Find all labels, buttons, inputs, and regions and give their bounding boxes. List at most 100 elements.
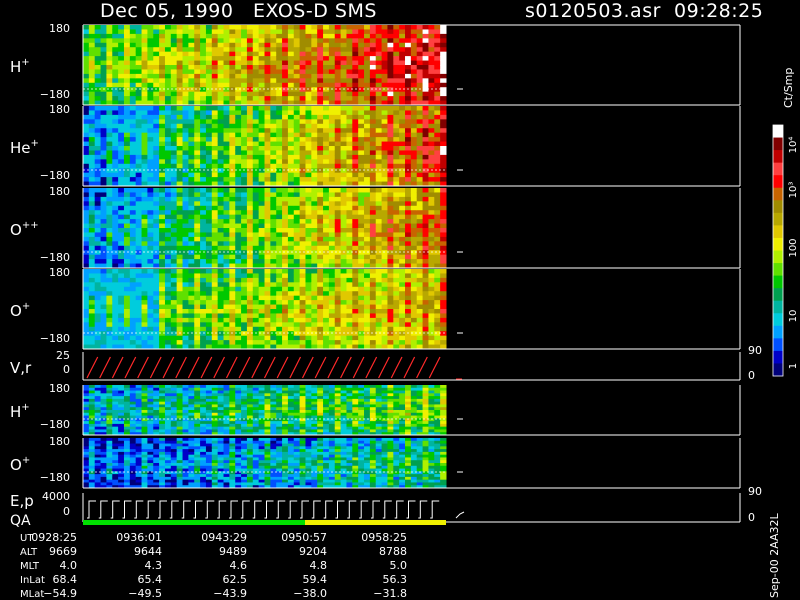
spectrogram-cell: [182, 335, 189, 341]
spectrogram-cell: [147, 119, 154, 125]
spectrogram-cell: [112, 232, 119, 238]
spectrogram-cell: [399, 335, 406, 341]
spectrogram-cell: [164, 232, 172, 238]
spectrogram-cell: [159, 313, 166, 319]
spectrogram-cell: [434, 277, 441, 283]
spectrogram-cell: [153, 286, 160, 292]
spectrogram-cell: [440, 110, 447, 116]
spectrogram-cell: [147, 201, 154, 207]
spectrogram-cell: [118, 317, 125, 323]
spectrogram-cell: [428, 96, 435, 102]
spectrogram-cell: [211, 228, 219, 233]
spectrogram-cell: [358, 322, 365, 328]
spectrogram-cell: [182, 163, 189, 169]
spectrogram-cell: [346, 295, 353, 301]
spectrogram-cell: [106, 277, 113, 283]
spectrogram-cell: [94, 29, 102, 35]
spectrogram-cell: [276, 269, 283, 274]
spectrogram-cell: [299, 172, 306, 178]
spectrogram-cell: [422, 201, 429, 207]
spectrogram-cell: [381, 73, 388, 79]
spectrogram-cell: [147, 192, 154, 198]
spectrogram-cell: [358, 29, 365, 35]
spectrogram-cell: [170, 210, 178, 216]
spectrogram-cell: [112, 300, 119, 306]
spectrogram-cell: [375, 309, 383, 314]
spectrogram-cell: [164, 250, 172, 256]
spectrogram-cell: [440, 340, 447, 346]
spectrogram-cell: [211, 38, 219, 44]
spectrogram-cell: [282, 177, 289, 183]
spectrogram-cell: [375, 205, 383, 211]
spectrogram-cell: [94, 295, 102, 301]
spectrogram-cell: [293, 232, 301, 238]
spectrogram-cell: [246, 201, 254, 207]
spectrogram-cell: [164, 201, 172, 207]
spectrogram-cell: [194, 47, 201, 53]
spectrogram-cell: [276, 69, 283, 75]
spectrogram-cell: [83, 273, 90, 279]
spectrogram-cell: [141, 141, 148, 147]
spectrogram-cell: [364, 192, 371, 198]
spectrogram-cell: [246, 78, 254, 84]
spectrogram-cell: [410, 110, 418, 116]
spectrogram-cell: [147, 91, 154, 97]
spectrogram-cell: [241, 38, 248, 44]
spectrogram-cell: [223, 196, 230, 202]
spectrogram-cell: [200, 25, 207, 30]
spectrogram-cell: [328, 269, 336, 274]
spectrogram-cell: [340, 228, 347, 233]
spectrogram-cell: [399, 273, 406, 279]
spectrogram-cell: [416, 106, 424, 111]
spectrogram-cell: [123, 73, 131, 79]
spectrogram-cell: [358, 168, 365, 174]
spectrogram-cell: [393, 69, 400, 75]
spectrogram-cell: [223, 51, 230, 57]
spectrogram-cell: [223, 137, 230, 143]
spectrogram-cell: [381, 163, 388, 169]
spectrogram-cell: [188, 119, 195, 125]
spectrogram-cell: [164, 205, 172, 211]
spectrogram-cell: [258, 65, 265, 70]
spectrogram-cell: [153, 214, 160, 220]
spectrogram-cell: [100, 42, 107, 48]
spectrogram-cell: [241, 304, 248, 310]
spectrogram-cell: [299, 146, 306, 151]
spectrogram-cell: [387, 42, 394, 48]
spectrogram-cell: [182, 210, 189, 216]
spectrogram-cell: [182, 87, 189, 93]
spectrogram-cell: [422, 168, 429, 174]
spectrogram-cell: [352, 277, 359, 283]
spectrogram-cell: [270, 47, 277, 53]
spectrogram-cell: [205, 228, 213, 233]
spectrogram-cell: [328, 219, 336, 225]
spectrogram-cell: [94, 56, 102, 62]
spectrogram-cell: [264, 42, 271, 48]
spectrogram-cell: [405, 47, 412, 53]
spectrogram-cell: [387, 250, 394, 256]
spectrogram-cell: [164, 87, 172, 93]
spectrogram-cell: [258, 154, 265, 160]
spectrogram-cell: [305, 286, 312, 292]
spectrogram-cell: [252, 210, 260, 216]
spectrogram-cell: [264, 91, 271, 97]
spectrogram-cell: [293, 317, 301, 323]
spectrogram-cell: [410, 300, 418, 306]
spectrogram-cell: [440, 236, 447, 242]
spectrogram-cell: [323, 154, 330, 160]
spectrogram-cell: [223, 236, 230, 242]
spectrogram-cell: [258, 73, 265, 79]
spectrogram-cell: [246, 73, 254, 79]
spectrogram-cell: [141, 137, 148, 143]
spectrogram-cell: [194, 326, 201, 332]
spectrogram-cell: [205, 60, 213, 66]
spectrogram-cell: [381, 245, 388, 251]
spectrogram-cell: [129, 232, 137, 238]
spectrogram-cell: [211, 150, 219, 156]
spectrogram-cell: [83, 269, 90, 274]
spectrogram-cell: [410, 282, 418, 288]
spectrogram-cell: [399, 38, 406, 44]
spectrogram-cell: [405, 177, 412, 183]
spectrogram-cell: [293, 137, 301, 143]
spectrogram-cell: [129, 340, 137, 346]
